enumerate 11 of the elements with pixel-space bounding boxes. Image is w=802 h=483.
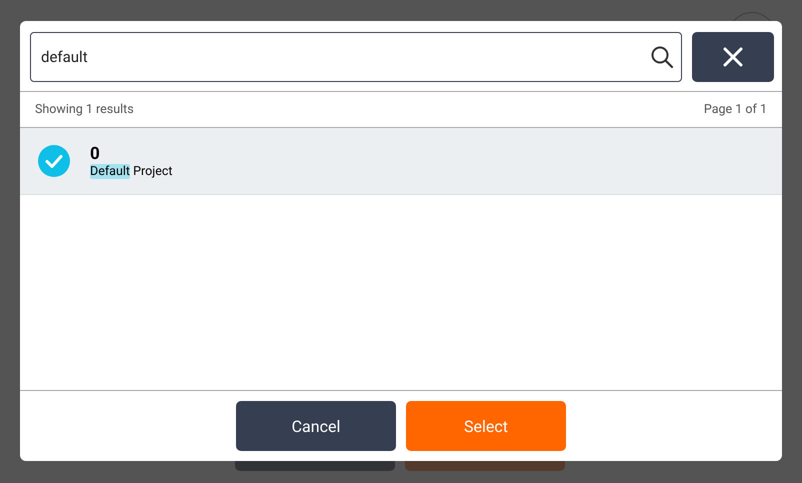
close-button[interactable] (692, 32, 774, 82)
search-icon (650, 45, 674, 69)
result-item[interactable]: 0 Default Project (20, 128, 782, 195)
close-icon (723, 47, 743, 67)
results-count: Showing 1 results (35, 102, 134, 117)
cancel-button[interactable]: Cancel (236, 401, 396, 451)
result-title: 0 (90, 144, 101, 164)
page-indicator: Page 1 of 1 (704, 102, 767, 117)
result-name: Default Project (90, 164, 172, 178)
search-field[interactable]: default (30, 32, 682, 82)
check-icon (38, 145, 70, 177)
